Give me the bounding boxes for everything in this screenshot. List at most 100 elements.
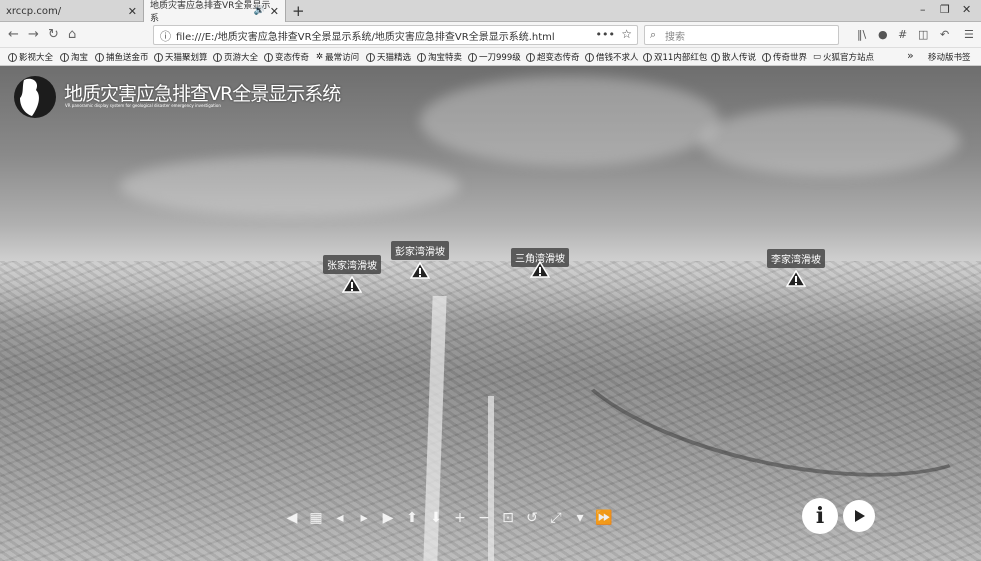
- gear-icon: ✲: [316, 52, 324, 62]
- search-input[interactable]: ⌕ 搜索: [644, 25, 839, 45]
- chat-icon[interactable]: ●: [878, 28, 888, 41]
- bookmark-item[interactable]: 超变态传奇: [526, 51, 580, 63]
- globe-icon: [643, 52, 652, 62]
- library-icon[interactable]: ‖\: [857, 28, 866, 41]
- bookmark-star-icon[interactable]: ☆: [621, 27, 632, 41]
- minimize-window-icon[interactable]: –: [920, 3, 926, 16]
- warning-icon: [410, 262, 430, 279]
- hotspot-label: 张家湾滑坡: [323, 255, 381, 274]
- play-button[interactable]: [843, 500, 875, 532]
- arrow-down-icon[interactable]: ⬇: [424, 506, 448, 530]
- bookmark-item[interactable]: 淘宝特卖: [417, 51, 462, 63]
- road: [488, 396, 494, 561]
- close-icon[interactable]: ✕: [128, 5, 137, 18]
- menu-icon[interactable]: ☰: [964, 28, 974, 41]
- globe-icon: [60, 52, 69, 62]
- speaker-icon[interactable]: 🔊: [254, 6, 265, 16]
- zoom-in-icon[interactable]: +: [448, 506, 472, 530]
- arrow-right-icon[interactable]: ▸: [352, 506, 376, 530]
- bookmark-item[interactable]: 借钱不求人: [585, 51, 639, 63]
- bookmark-item[interactable]: 页游大全: [213, 51, 258, 63]
- close-window-icon[interactable]: ✕: [962, 3, 971, 16]
- globe-icon: [264, 52, 273, 62]
- undo-icon[interactable]: ↶: [940, 28, 949, 41]
- play-icon: [855, 510, 865, 522]
- fullscreen-icon[interactable]: ⤢: [544, 506, 568, 530]
- globe-icon: [366, 52, 375, 62]
- warning-icon: [786, 270, 806, 287]
- minimize-icon[interactable]: ▾: [568, 506, 592, 530]
- tab-active[interactable]: 地质灾害应急排查VR全景显示系 🔊 ✕: [143, 0, 286, 24]
- back-icon[interactable]: ←: [8, 27, 19, 42]
- arrow-up-icon[interactable]: ⬆: [400, 506, 424, 530]
- mobile-bookmarks[interactable]: 移动版书签: [928, 51, 971, 63]
- new-tab-icon[interactable]: +: [292, 2, 305, 20]
- bookmark-item[interactable]: 散人传说: [711, 51, 756, 63]
- bookmarks-bar: 影视大全 淘宝 捕鱼送金币 天猫聚划算 页游大全 变态传奇 ✲ 最常访问 天猫精选…: [0, 48, 981, 66]
- search-placeholder: 搜索: [665, 31, 685, 43]
- warning-icon: [342, 276, 362, 293]
- hotspot-label: 彭家湾滑坡: [391, 241, 449, 260]
- globe-icon: [8, 52, 17, 62]
- bookmark-item[interactable]: 淘宝: [60, 51, 88, 63]
- globe-icon: [468, 52, 477, 62]
- cloud: [120, 156, 460, 216]
- bookmark-item[interactable]: 影视大全: [8, 51, 53, 63]
- arrow-left-icon[interactable]: ◀: [280, 506, 304, 530]
- reload-icon[interactable]: ↻: [48, 27, 59, 42]
- home-icon[interactable]: ⌂: [68, 27, 76, 42]
- forward-icon[interactable]: →: [28, 27, 39, 42]
- viewer-controls: ◀ ▦ ◂ ▸ ▶ ⬆ ⬇ + − ⊡ ↺ ⤢ ▾ ⏩: [280, 506, 616, 530]
- search-icon: ⌕: [650, 28, 657, 41]
- globe-icon: [762, 52, 771, 62]
- bookmark-item[interactable]: 一刀999级: [468, 51, 521, 63]
- bookmark-item[interactable]: 双11内部红包: [643, 51, 707, 63]
- globe-icon: [154, 52, 163, 62]
- chevron-more-icon[interactable]: »: [907, 49, 914, 62]
- hotspot-zhangjiawan[interactable]: 张家湾滑坡: [323, 255, 381, 293]
- rotate-icon[interactable]: ↺: [520, 506, 544, 530]
- info-icon[interactable]: ⓘ: [160, 28, 171, 44]
- hotspot-lijiawan[interactable]: 李家湾滑坡: [767, 249, 825, 287]
- hotspot-label: 李家湾滑坡: [767, 249, 825, 268]
- zoom-out-icon[interactable]: −: [472, 506, 496, 530]
- tab-label: xrccp.com/: [6, 5, 62, 17]
- app-subtitle: VR panoramic display system for geologic…: [65, 103, 221, 108]
- hotspot-sanjiaowan[interactable]: 三角湾滑坡: [511, 248, 569, 278]
- maximize-window-icon[interactable]: ❐: [940, 3, 950, 16]
- navigation-bar: ← → ↻ ⌂ ⓘ file:///E:/地质灾害应急排查VR全景显示系统/地质…: [0, 22, 981, 48]
- bookmark-item[interactable]: 天猫聚划算: [154, 51, 208, 63]
- globe-icon: [213, 52, 222, 62]
- screenshot-icon[interactable]: #: [898, 28, 907, 41]
- logo-icon: [14, 76, 56, 118]
- info-icon: i: [815, 503, 825, 529]
- more-icon[interactable]: •••: [596, 28, 615, 41]
- tab-xrccp[interactable]: xrccp.com/ ✕: [0, 0, 143, 22]
- globe-icon: [417, 52, 426, 62]
- bookmark-item[interactable]: ✲ 最常访问: [316, 51, 359, 63]
- bookmark-item[interactable]: ▭ 火狐官方站点: [813, 51, 874, 63]
- url-bar[interactable]: ⓘ file:///E:/地质灾害应急排查VR全景显示系统/地质灾害应急排查VR…: [153, 25, 638, 45]
- vr-glasses-icon[interactable]: ⊡: [496, 506, 520, 530]
- bookmark-item[interactable]: 天猫精选: [366, 51, 411, 63]
- hotspot-pengjiawan[interactable]: 彭家湾滑坡: [391, 241, 449, 279]
- folder-icon: ▭: [813, 52, 822, 62]
- cloud: [420, 76, 720, 166]
- url-text: file:///E:/地质灾害应急排查VR全景显示系统/地质灾害应急排查VR全景…: [176, 31, 555, 43]
- arrow-left2-icon[interactable]: ◂: [328, 506, 352, 530]
- globe-icon: [526, 52, 535, 62]
- grid-icon[interactable]: ▦: [304, 506, 328, 530]
- sidebar-icon[interactable]: ◫: [918, 28, 928, 41]
- tab-bar: xrccp.com/ ✕ 地质灾害应急排查VR全景显示系 🔊 ✕ + – ❐ ✕: [0, 0, 981, 24]
- fast-forward-icon[interactable]: ⏩: [592, 506, 616, 530]
- bookmark-item[interactable]: 捕鱼送金币: [95, 51, 149, 63]
- warning-icon: [530, 261, 550, 278]
- bookmark-item[interactable]: 变态传奇: [264, 51, 309, 63]
- app-title: 地质灾害应急排查VR全景显示系统: [64, 83, 341, 105]
- bookmark-item[interactable]: 传奇世界: [762, 51, 807, 63]
- arrow-right2-icon[interactable]: ▶: [376, 506, 400, 530]
- panorama-viewer[interactable]: 地质灾害应急排查VR全景显示系统 VR panoramic display sy…: [0, 66, 981, 561]
- close-icon[interactable]: ✕: [270, 5, 279, 18]
- info-button[interactable]: i: [802, 498, 838, 534]
- globe-icon: [95, 52, 104, 62]
